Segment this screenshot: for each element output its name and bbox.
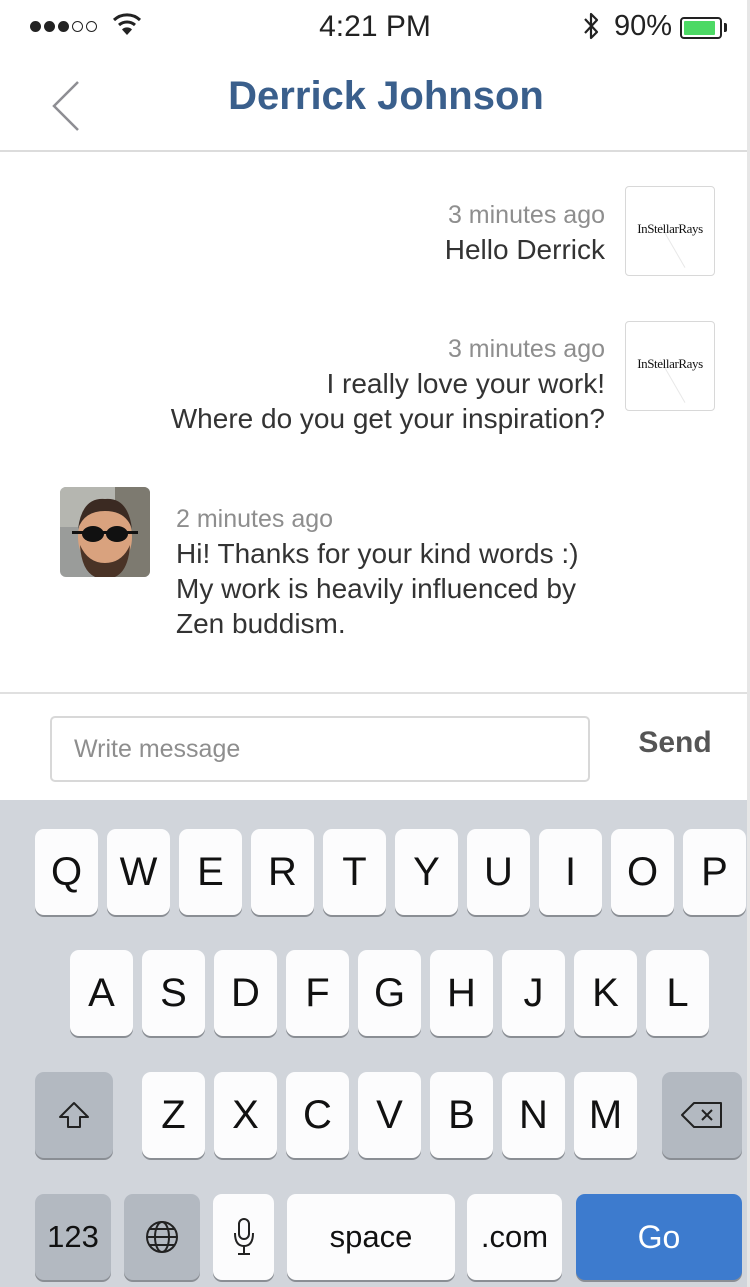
message-input[interactable] (50, 716, 590, 782)
message-timestamp: 3 minutes ago (447, 201, 605, 229)
globe-icon (146, 1221, 178, 1253)
message-list: 3 minutes ago Hello Derrick InStellarRay… (0, 152, 750, 692)
message-text: I really love your work! (326, 368, 605, 399)
message-text: My work is heavily influenced by (176, 573, 576, 604)
backspace-icon (681, 1102, 722, 1128)
key-o[interactable]: O (611, 829, 674, 915)
message-text: Zen buddism. (176, 608, 346, 639)
key-g[interactable]: G (358, 950, 421, 1036)
page-title: Derrick Johnson (228, 74, 544, 118)
logo-text: InStellarRays (637, 221, 703, 236)
battery-nub (724, 23, 727, 32)
message-text: Where do you get your inspiration? (170, 403, 605, 434)
key-p[interactable]: P (683, 829, 746, 915)
key-w[interactable]: W (107, 829, 170, 915)
key-j[interactable]: J (502, 950, 565, 1036)
space-key[interactable]: space (287, 1194, 455, 1280)
sender-avatar[interactable]: InStellarRays (625, 321, 715, 411)
key-v[interactable]: V (358, 1072, 421, 1158)
backspace-key[interactable] (662, 1072, 742, 1158)
message-text: Hi! Thanks for your kind words :) (176, 538, 579, 569)
message-text: Hello Derrick (444, 234, 605, 265)
battery-percent: 90% (614, 10, 673, 42)
key-s[interactable]: S (142, 950, 205, 1036)
message-outgoing: 3 minutes ago I really love your work! W… (171, 332, 605, 436)
send-button[interactable]: Send (620, 726, 730, 760)
dotcom-key[interactable]: .com (467, 1194, 562, 1280)
message-composer: Send (0, 692, 750, 802)
key-d[interactable]: D (214, 950, 277, 1036)
key-q[interactable]: Q (35, 829, 98, 915)
key-b[interactable]: B (430, 1072, 493, 1158)
nav-bar: Derrick Johnson (0, 56, 750, 152)
key-a[interactable]: A (70, 950, 133, 1036)
battery-icon (680, 17, 722, 39)
key-h[interactable]: H (430, 950, 493, 1036)
shift-icon (59, 1102, 89, 1128)
keyboard: Q W E R T Y U I O P A S D F G H J K L Z … (0, 800, 750, 1287)
bluetooth-icon (584, 12, 599, 40)
key-f[interactable]: F (286, 950, 349, 1036)
status-bar: 4:21 PM 90% (0, 0, 750, 56)
globe-key[interactable] (124, 1194, 200, 1280)
message-incoming: 2 minutes ago Hi! Thanks for your kind w… (176, 502, 579, 641)
shift-key[interactable] (35, 1072, 113, 1158)
microphone-icon (233, 1218, 254, 1255)
battery-fill (684, 21, 715, 35)
key-r[interactable]: R (251, 829, 314, 915)
numbers-key[interactable]: 123 (35, 1194, 111, 1280)
key-y[interactable]: Y (395, 829, 458, 915)
microphone-key[interactable] (213, 1194, 274, 1280)
key-e[interactable]: E (179, 829, 242, 915)
key-i[interactable]: I (539, 829, 602, 915)
key-t[interactable]: T (323, 829, 386, 915)
key-u[interactable]: U (467, 829, 530, 915)
chat-screen: 4:21 PM 90% Derrick Johnson 3 minutes ag… (0, 0, 750, 1287)
key-k[interactable]: K (574, 950, 637, 1036)
sender-avatar[interactable]: InStellarRays (625, 186, 715, 276)
go-key[interactable]: Go (576, 1194, 742, 1280)
key-x[interactable]: X (214, 1072, 277, 1158)
message-timestamp: 2 minutes ago (176, 505, 334, 533)
avatar-photo-image (60, 487, 150, 577)
key-m[interactable]: M (574, 1072, 637, 1158)
recipient-avatar[interactable] (60, 487, 150, 577)
key-c[interactable]: C (286, 1072, 349, 1158)
message-timestamp: 3 minutes ago (447, 335, 605, 363)
logo-text: InStellarRays (637, 356, 703, 371)
key-l[interactable]: L (646, 950, 709, 1036)
key-z[interactable]: Z (142, 1072, 205, 1158)
key-n[interactable]: N (502, 1072, 565, 1158)
message-outgoing: 3 minutes ago Hello Derrick (445, 198, 605, 267)
